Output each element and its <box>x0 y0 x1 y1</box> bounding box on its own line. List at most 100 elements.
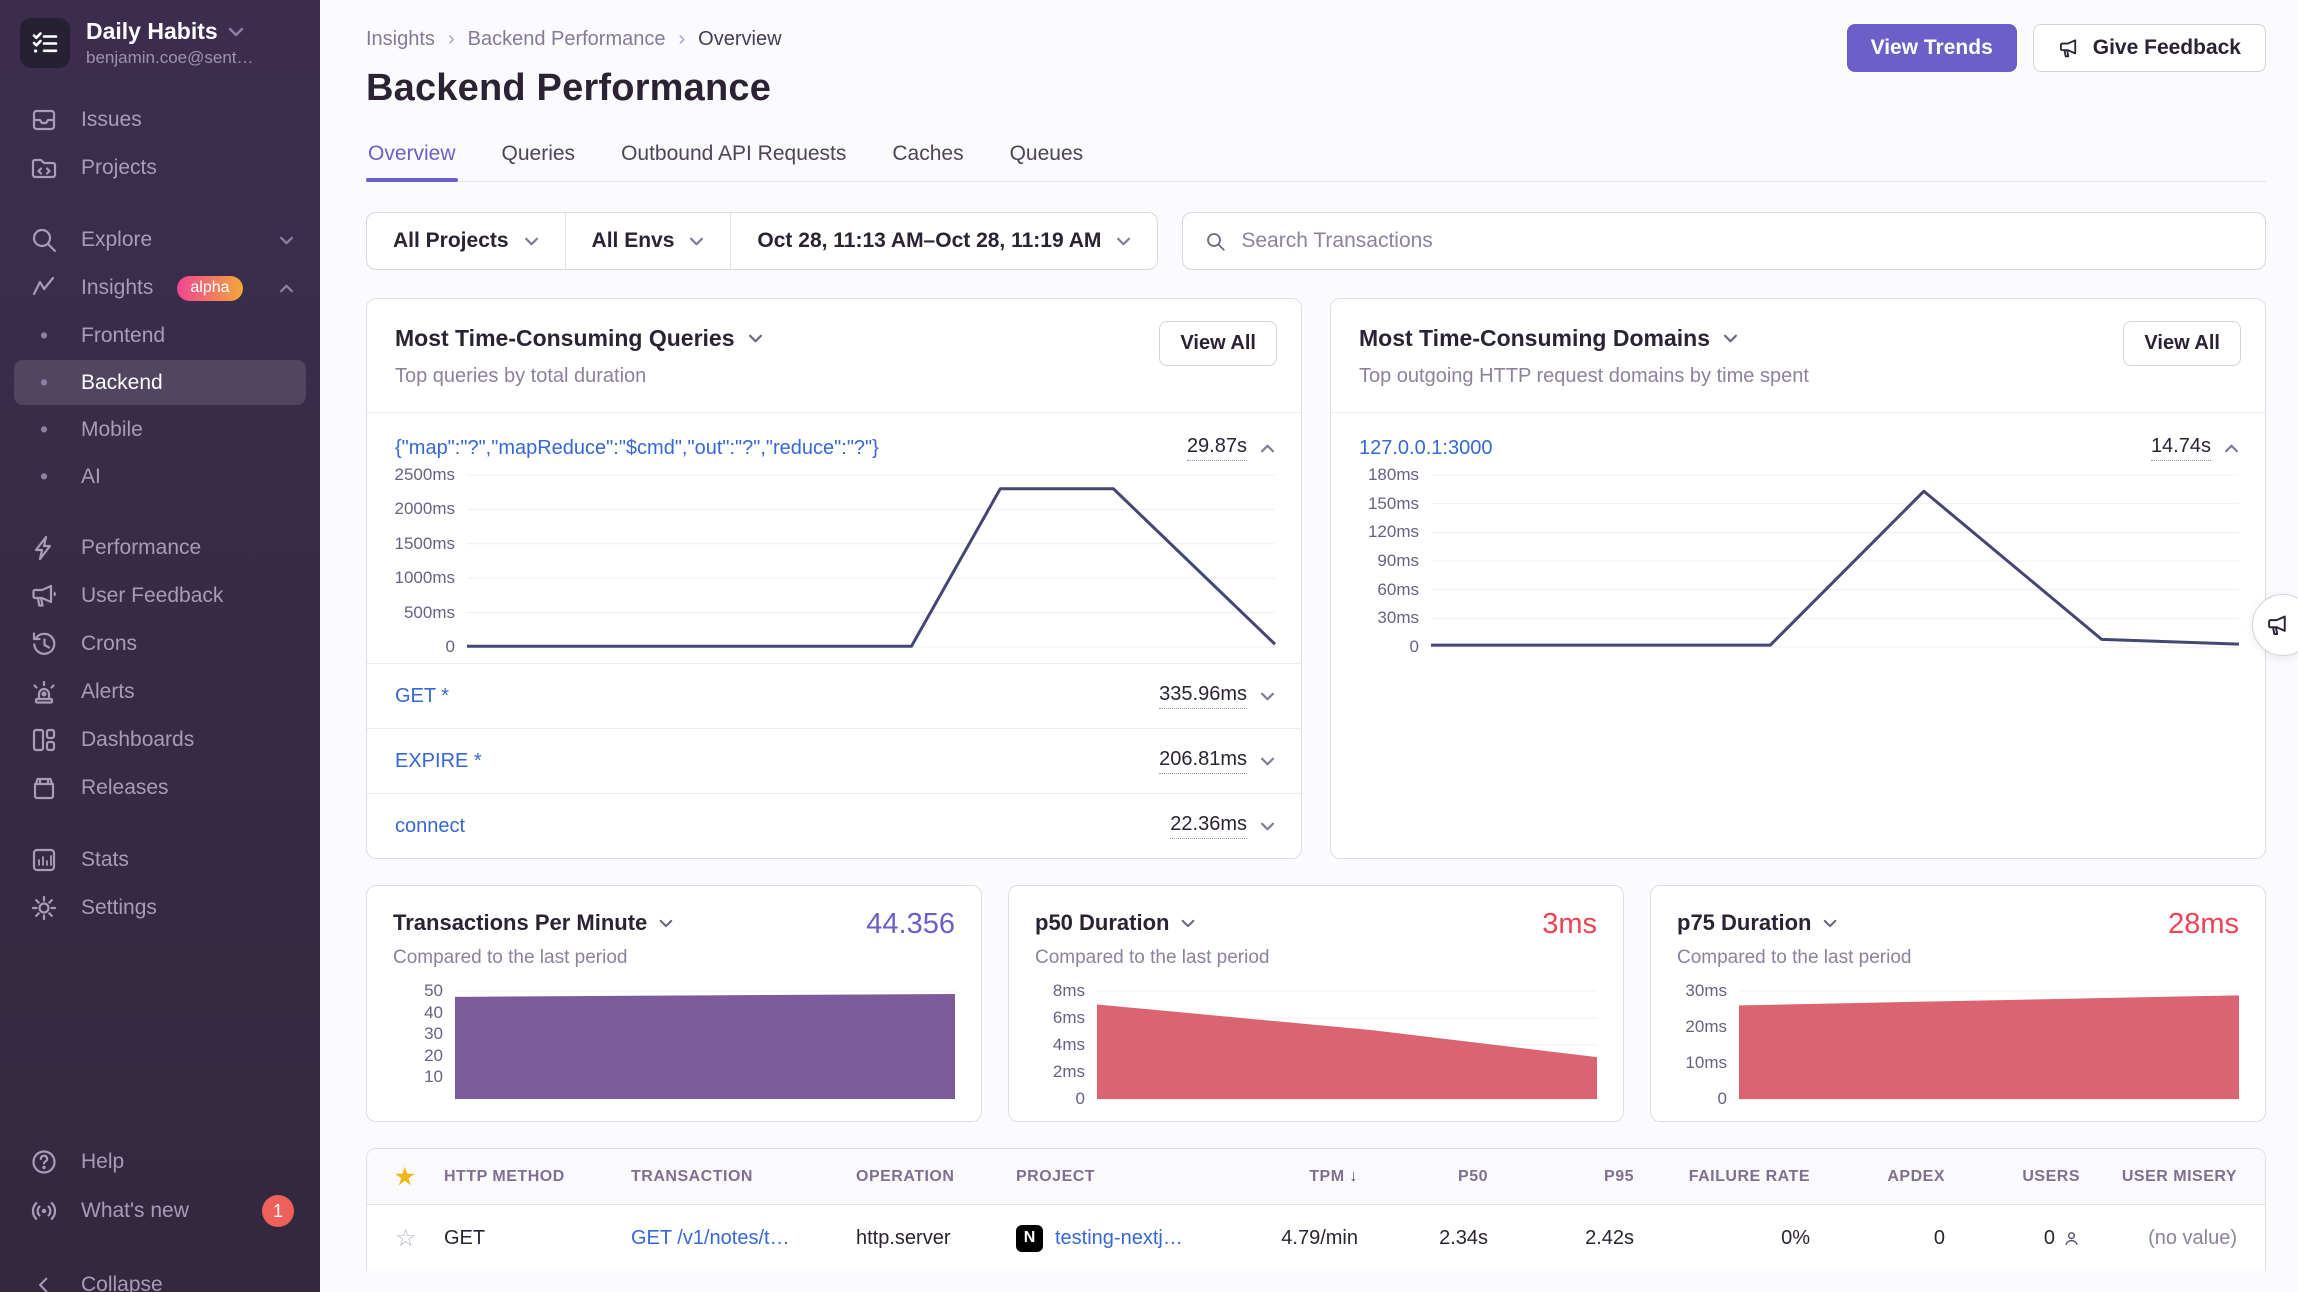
tpm-chart-y-axis: 5040302010 <box>393 991 455 1099</box>
tab-overview[interactable]: Overview <box>366 140 458 181</box>
domains-card-title: Most Time-Consuming Domains <box>1359 325 1710 352</box>
project-filter[interactable]: All Projects <box>367 213 565 269</box>
cell-http-method: GET <box>444 1227 631 1250</box>
column-header-tpm[interactable]: TPM ↓ <box>1266 1168 1358 1186</box>
view-trends-button[interactable]: View Trends <box>1847 24 2017 72</box>
search-icon <box>1205 231 1226 252</box>
queries-card-title: Most Time-Consuming Queries <box>395 325 735 352</box>
column-header-operation[interactable]: OPERATION <box>856 1168 1016 1186</box>
sidebar-item-performance[interactable]: Performance <box>14 525 306 571</box>
megaphone-icon <box>29 582 59 610</box>
column-header-p95[interactable]: P95 <box>1488 1168 1634 1186</box>
sidebar-collapse-button[interactable]: Collapse <box>14 1264 306 1292</box>
bullet-icon: • <box>29 463 59 490</box>
query-link[interactable]: GET * <box>395 685 449 708</box>
sidebar-item-label: Settings <box>81 896 157 920</box>
chevron-up-icon[interactable] <box>2224 444 2239 453</box>
sidebar-item-issues[interactable]: Issues <box>14 97 306 143</box>
queries-card-title-dropdown[interactable]: Most Time-Consuming Queries <box>395 325 1273 352</box>
chevron-down-icon[interactable] <box>1260 757 1275 766</box>
breadcrumb-backend-performance[interactable]: Backend Performance <box>468 28 666 51</box>
org-switcher[interactable]: Daily Habits benjamin.coe@sent… <box>0 18 320 74</box>
p75-title-dropdown[interactable]: p75 Duration <box>1677 910 2239 936</box>
star-icon[interactable]: ★ <box>395 1164 444 1190</box>
gear-icon <box>29 894 59 922</box>
p50-chart-plot <box>1097 991 1597 1099</box>
sidebar-nav: Issues Projects Explore Insights alpha <box>0 96 320 1292</box>
transactions-table: ★ HTTP METHOD TRANSACTION OPERATION PROJ… <box>366 1148 2266 1271</box>
cell-project-link[interactable]: testing-nextj… <box>1055 1227 1183 1250</box>
sidebar-item-explore[interactable]: Explore <box>14 217 306 263</box>
favorite-star-icon[interactable]: ☆ <box>395 1224 444 1253</box>
sidebar-item-dashboards[interactable]: Dashboards <box>14 717 306 763</box>
bullet-icon: • <box>29 369 59 396</box>
search-transactions-input[interactable] <box>1241 229 2243 253</box>
column-header-project[interactable]: PROJECT <box>1016 1168 1266 1186</box>
chevron-down-icon[interactable] <box>1260 822 1275 831</box>
column-header-http-method[interactable]: HTTP METHOD <box>444 1168 631 1186</box>
cell-apdex: 0 <box>1810 1227 1945 1250</box>
sidebar-item-stats[interactable]: Stats <box>14 837 306 883</box>
tab-outbound-api-requests[interactable]: Outbound API Requests <box>619 140 848 181</box>
tab-caches[interactable]: Caches <box>890 140 965 181</box>
sidebar-item-label: What's new <box>81 1199 189 1223</box>
chevron-down-icon <box>1723 334 1738 343</box>
sidebar-item-alerts[interactable]: Alerts <box>14 669 306 715</box>
query-link[interactable]: EXPIRE * <box>395 750 482 773</box>
column-header-transaction[interactable]: TRANSACTION <box>631 1168 856 1186</box>
column-header-users[interactable]: USERS <box>1945 1168 2080 1186</box>
sidebar-item-projects[interactable]: Projects <box>14 145 306 191</box>
cell-transaction-link[interactable]: GET /v1/notes/t… <box>631 1227 856 1250</box>
bullet-icon: • <box>29 416 59 443</box>
sidebar-item-mobile[interactable]: • Mobile <box>14 407 306 452</box>
cell-users: 0 <box>1945 1227 2080 1250</box>
search-bar <box>1182 212 2266 270</box>
sidebar-item-frontend[interactable]: • Frontend <box>14 313 306 358</box>
search-icon <box>29 226 59 254</box>
column-header-user-misery[interactable]: USER MISERY <box>2080 1168 2237 1186</box>
query-link[interactable]: {"map":"?","mapReduce":"$cmd","out":"?",… <box>395 437 879 460</box>
user-icon <box>2063 1230 2080 1247</box>
sidebar-item-backend[interactable]: • Backend <box>14 360 306 405</box>
cell-tpm: 4.79/min <box>1266 1227 1358 1250</box>
query-row: GET * 335.96ms <box>367 663 1301 728</box>
lightning-icon <box>29 534 59 562</box>
column-header-p50[interactable]: P50 <box>1358 1168 1488 1186</box>
environment-filter[interactable]: All Envs <box>565 213 731 269</box>
column-header-apdex[interactable]: APDEX <box>1810 1168 1945 1186</box>
tab-queries[interactable]: Queries <box>500 140 578 181</box>
p75-value: 28ms <box>2168 908 2239 941</box>
column-header-failure-rate[interactable]: FAILURE RATE <box>1634 1168 1810 1186</box>
domains-card-title-dropdown[interactable]: Most Time-Consuming Domains <box>1359 325 2237 352</box>
chevron-up-icon[interactable] <box>1260 444 1275 453</box>
sidebar-item-crons[interactable]: Crons <box>14 621 306 667</box>
chevron-down-icon <box>659 919 673 928</box>
chevron-down-icon <box>279 236 294 245</box>
domain-total-duration: 14.74s <box>2151 435 2211 461</box>
cell-failure-rate: 0% <box>1634 1227 1810 1250</box>
sidebar-item-help[interactable]: Help <box>14 1139 306 1185</box>
query-link[interactable]: connect <box>395 815 465 838</box>
sidebar-item-label: Releases <box>81 776 169 800</box>
sidebar-item-whats-new[interactable]: What's new 1 <box>14 1186 306 1236</box>
chevron-down-icon[interactable] <box>1260 692 1275 701</box>
domain-series-row: 127.0.0.1:3000 14.74s <box>1331 413 2265 469</box>
transactions-table-header: ★ HTTP METHOD TRANSACTION OPERATION PROJ… <box>367 1149 2265 1205</box>
sidebar-item-label: Explore <box>81 228 152 252</box>
give-feedback-button[interactable]: Give Feedback <box>2033 24 2266 72</box>
breadcrumb-insights[interactable]: Insights <box>366 28 435 51</box>
queries-view-all-button[interactable]: View All <box>1159 321 1277 366</box>
sidebar-item-releases[interactable]: Releases <box>14 765 306 811</box>
help-icon <box>29 1148 59 1176</box>
sidebar: Daily Habits benjamin.coe@sent… Issues P… <box>0 0 320 1292</box>
p50-title-dropdown[interactable]: p50 Duration <box>1035 910 1597 936</box>
sidebar-item-user-feedback[interactable]: User Feedback <box>14 573 306 619</box>
sidebar-item-insights[interactable]: Insights alpha <box>14 265 306 311</box>
sidebar-item-settings[interactable]: Settings <box>14 885 306 931</box>
org-logo-icon <box>20 18 70 68</box>
sidebar-item-ai[interactable]: • AI <box>14 454 306 499</box>
tab-queues[interactable]: Queues <box>1008 140 1086 181</box>
date-range-filter[interactable]: Oct 28, 11:13 AM–Oct 28, 11:19 AM <box>730 213 1157 269</box>
domains-view-all-button[interactable]: View All <box>2123 321 2241 366</box>
domain-link[interactable]: 127.0.0.1:3000 <box>1359 437 1492 460</box>
